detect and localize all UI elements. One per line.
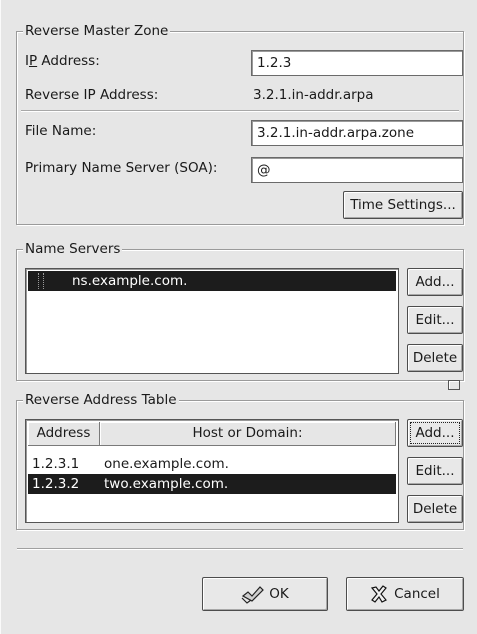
address-add-button[interactable]: Add... [407,419,463,447]
column-header-address[interactable]: Address [28,422,100,446]
cancel-button[interactable]: Cancel [346,577,464,611]
dialog-window: Reverse Master Zone IP Address: 1.2.3 Re… [0,0,477,634]
drag-handle-icon [38,273,44,289]
ip-address-input[interactable]: 1.2.3 [251,50,463,76]
primary-ns-label: Primary Name Server (SOA): [25,160,218,176]
table-cell-address: 1.2.3.2 [32,476,80,492]
ip-address-label: IP Address: [25,53,100,69]
check-hand-icon [241,586,265,604]
name-server-add-button[interactable]: Add... [407,268,463,296]
reverse-ip-label: Reverse IP Address: [25,87,159,103]
address-delete-button[interactable]: Delete [407,495,463,523]
table-row[interactable]: 1.2.3.1 one.example.com. [28,454,396,474]
table-cell-host: two.example.com. [104,476,229,492]
file-name-label: File Name: [25,123,97,139]
ok-button-label: OK [269,586,289,602]
list-item[interactable]: ns.example.com. [28,271,396,291]
name-server-delete-button[interactable]: Delete [407,344,463,372]
group-title-name-servers: Name Servers [23,241,123,257]
group-title-reverse-address-table: Reverse Address Table [23,392,179,408]
table-cell-address: 1.2.3.1 [32,456,80,472]
ip-address-mnemonic: P [28,53,38,69]
ok-button[interactable]: OK [202,577,328,611]
address-edit-button[interactable]: Edit... [407,457,463,485]
reverse-address-table[interactable]: Address Host or Domain: 1.2.3.1 one.exam… [25,419,399,523]
dialog-separator [17,548,463,550]
grip-handle-icon[interactable] [448,380,460,390]
zone-separator [21,110,459,112]
reverse-ip-value: 3.2.1.in-addr.arpa [253,87,374,103]
time-settings-button[interactable]: Time Settings... [343,191,463,219]
name-servers-list[interactable]: ns.example.com. [25,268,399,374]
x-cross-icon [371,585,388,603]
primary-ns-input[interactable]: @ [251,157,463,183]
group-title-reverse-master-zone: Reverse Master Zone [23,23,171,39]
file-name-input[interactable]: 3.2.1.in-addr.arpa.zone [251,120,463,146]
name-server-text: ns.example.com. [72,273,188,289]
table-cell-host: one.example.com. [104,456,229,472]
table-row[interactable]: 1.2.3.2 two.example.com. [28,474,396,494]
cancel-button-label: Cancel [394,586,440,602]
name-server-edit-button[interactable]: Edit... [407,306,463,334]
column-header-host[interactable]: Host or Domain: [100,422,396,446]
